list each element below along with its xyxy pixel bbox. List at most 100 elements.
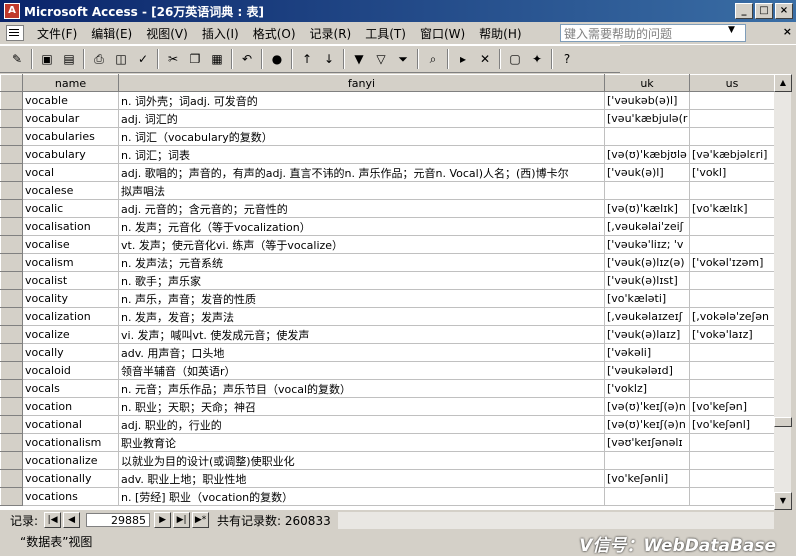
cell-us[interactable] [689, 487, 774, 506]
cell-name[interactable]: vocalic [22, 199, 119, 218]
cell-uk[interactable] [604, 487, 690, 506]
cell-uk[interactable]: ['vəukələɪd] [604, 361, 690, 380]
cell-fanyi[interactable]: n. 词汇（vocabulary的复数） [118, 127, 605, 146]
cell-fanyi[interactable]: adv. 用声音；口头地 [118, 343, 605, 362]
table-row[interactable]: vocalist n. 歌手；声乐家 ['vəuk(ə)lɪst] [0, 271, 774, 290]
row-selector[interactable] [0, 415, 23, 434]
filter-form-icon[interactable]: ▽ [371, 49, 391, 69]
cell-uk[interactable] [604, 127, 690, 146]
table-row[interactable]: vocabulary n. 词汇；词表 [və(ʊ)'kæbjʊlə [və'kæbj… [0, 145, 774, 164]
row-selector[interactable] [0, 397, 23, 416]
print-icon[interactable]: ⎙ [89, 49, 109, 69]
table-row[interactable]: vocals n. 元音；声乐作品；声乐节目（vocal的复数） ['voklz] [0, 379, 774, 398]
menu-edit[interactable]: 编辑(E) [84, 25, 139, 42]
minimize-button[interactable]: _ [735, 3, 753, 19]
cell-uk[interactable]: ['voklz] [604, 379, 690, 398]
filter-selection-icon[interactable]: ▼ [349, 49, 369, 69]
new-object-icon[interactable]: ✦ [527, 49, 547, 69]
cell-uk[interactable]: ['vəuk(ə)laɪz] [604, 325, 690, 344]
cell-name[interactable]: vocalization [22, 307, 119, 326]
cell-fanyi[interactable]: 职业教育论 [118, 433, 605, 452]
cell-us[interactable] [689, 469, 774, 488]
spelling-icon[interactable]: ✓ [133, 49, 153, 69]
table-row[interactable]: vocationalism 职业教育论 [vəʊ'keɪʃənəlɪ [0, 433, 774, 452]
maximize-button[interactable]: □ [755, 3, 773, 19]
apply-filter-icon[interactable]: ⏷ [393, 49, 413, 69]
cell-name[interactable]: vocational [22, 415, 119, 434]
cell-us[interactable]: ['vokəl'ɪzəm] [689, 253, 774, 272]
cell-uk[interactable]: [vo'kæləti] [604, 289, 690, 308]
close-button[interactable]: × [775, 3, 793, 19]
cell-name[interactable]: vocalese [22, 181, 119, 200]
save-icon[interactable]: ▣ [37, 49, 57, 69]
row-selector-header[interactable] [0, 74, 23, 92]
cell-fanyi[interactable]: 领音半辅音（如英语r） [118, 361, 605, 380]
cell-us[interactable] [689, 235, 774, 254]
cell-uk[interactable]: [vəʊ'keɪʃənəlɪ [604, 433, 690, 452]
cell-fanyi[interactable]: n. 词汇；词表 [118, 145, 605, 164]
cell-fanyi[interactable]: n. 发声；元音化（等于vocalization） [118, 217, 605, 236]
row-selector[interactable] [0, 307, 23, 326]
cell-name[interactable]: vocaloid [22, 361, 119, 380]
column-header-fanyi[interactable]: fanyi [118, 74, 605, 92]
cell-fanyi[interactable]: vi. 发声；喊叫vt. 使发成元音；使发声 [118, 325, 605, 344]
cell-us[interactable] [689, 379, 774, 398]
cell-uk[interactable]: [və(ʊ)'keɪʃ(ə)n [604, 397, 690, 416]
cell-fanyi[interactable]: 以就业为目的设计(或调整)使职业化 [118, 451, 605, 470]
column-header-us[interactable]: us [689, 74, 774, 92]
cell-name[interactable]: vocationally [22, 469, 119, 488]
cell-name[interactable]: vocationalism [22, 433, 119, 452]
table-row[interactable]: vocality n. 声乐，声音；发音的性质 [vo'kæləti] [0, 289, 774, 308]
find-icon[interactable]: ⌕ [423, 49, 443, 69]
table-row[interactable]: vocational adj. 职业的，行业的 [və(ʊ)'keɪʃ(ə)n [vo… [0, 415, 774, 434]
cell-us[interactable]: [vo'kælɪk] [689, 199, 774, 218]
copy-icon[interactable]: ❐ [185, 49, 205, 69]
cell-uk[interactable]: ['vəuk(ə)lɪz(ə) [604, 253, 690, 272]
menu-insert[interactable]: 插入(I) [195, 25, 246, 42]
next-record-button[interactable]: ▶ [154, 512, 172, 528]
cell-uk[interactable] [604, 181, 690, 200]
cell-us[interactable] [689, 271, 774, 290]
paste-icon[interactable]: ▦ [207, 49, 227, 69]
cell-name[interactable]: vocations [22, 487, 119, 506]
cell-us[interactable] [689, 451, 774, 470]
cell-uk[interactable]: [və(ʊ)'keɪʃ(ə)n [604, 415, 690, 434]
row-selector[interactable] [0, 235, 23, 254]
cell-uk[interactable]: [vo'keʃənli] [604, 469, 690, 488]
row-selector[interactable] [0, 343, 23, 362]
delete-record-icon[interactable]: ✕ [475, 49, 495, 69]
cell-us[interactable]: ['vokə'laɪz] [689, 325, 774, 344]
cell-uk[interactable]: ['vəuk(ə)lɪst] [604, 271, 690, 290]
cell-us[interactable] [689, 109, 774, 128]
table-row[interactable]: vocationally adv. 职业上地；职业性地 [vo'keʃənli] [0, 469, 774, 488]
menu-window[interactable]: 窗口(W) [413, 25, 472, 42]
cell-name[interactable]: vocationalize [22, 451, 119, 470]
table-row[interactable]: vocalisation n. 发声；元音化（等于vocalization） [,v… [0, 217, 774, 236]
cell-name[interactable]: vocation [22, 397, 119, 416]
cell-fanyi[interactable]: n. 声乐，声音；发音的性质 [118, 289, 605, 308]
cell-fanyi[interactable]: n. 词外壳；词adj. 可发音的 [118, 91, 605, 110]
chevron-down-icon[interactable]: ▼ [728, 25, 735, 35]
undo-icon[interactable]: ↶ [237, 49, 257, 69]
menu-tools[interactable]: 工具(T) [358, 25, 413, 42]
cell-us[interactable]: [,vokələ'zeʃən [689, 307, 774, 326]
menu-file[interactable]: 文件(F) [30, 25, 84, 42]
cell-uk[interactable]: ['vəukəb(ə)l] [604, 91, 690, 110]
cell-fanyi[interactable]: n. 发声，发音；发声法 [118, 307, 605, 326]
cell-name[interactable]: vocabularies [22, 127, 119, 146]
horizontal-scrollbar[interactable] [338, 512, 774, 529]
cell-us[interactable] [689, 217, 774, 236]
menu-records[interactable]: 记录(R) [303, 25, 359, 42]
cell-us[interactable] [689, 433, 774, 452]
first-record-button[interactable]: |◀ [44, 512, 62, 528]
cell-name[interactable]: vocalisation [22, 217, 119, 236]
previous-record-button[interactable]: ◀ [63, 512, 81, 528]
cell-us[interactable] [689, 361, 774, 380]
search-file-icon[interactable]: ▤ [59, 49, 79, 69]
row-selector[interactable] [0, 379, 23, 398]
cell-uk[interactable]: ['vəukə'liɪz; 'v [604, 235, 690, 254]
row-selector[interactable] [0, 271, 23, 290]
table-icon[interactable] [6, 25, 24, 41]
scroll-thumb[interactable] [774, 417, 792, 427]
table-row[interactable]: vocalic adj. 元音的；含元音的；元音性的 [və(ʊ)'kælɪk] [v… [0, 199, 774, 218]
